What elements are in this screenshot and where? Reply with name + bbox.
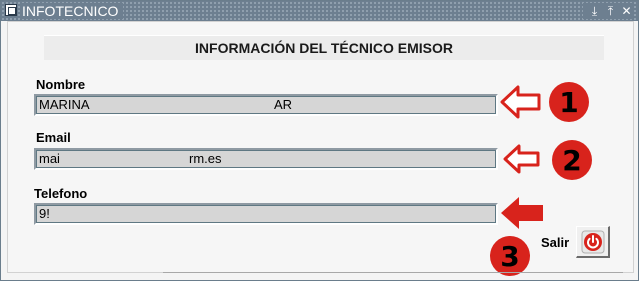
title-bar[interactable]: INFOTECNICO ⤓ ⤒ ✕ [1, 1, 638, 21]
telefono-label: Telefono [34, 186, 88, 201]
exit-button[interactable] [576, 226, 610, 258]
window-title: INFOTECNICO [20, 3, 124, 19]
telefono-field[interactable]: 9! [34, 203, 498, 225]
annotation-badge-1: 1 [549, 82, 589, 122]
close-icon[interactable]: ✕ [621, 3, 632, 19]
email-field[interactable]: mai rm.es [34, 148, 498, 170]
arrow-left-icon [501, 197, 543, 229]
arrow-left-icon [500, 85, 541, 119]
minimize-icon[interactable]: ⤓ [589, 3, 600, 19]
window-controls: ⤓ ⤒ ✕ [583, 3, 634, 19]
nombre-label: Nombre [36, 77, 86, 92]
annotation-badge-2: 2 [552, 140, 592, 180]
maximize-icon[interactable]: ⤒ [605, 3, 616, 19]
arrow-left-icon [503, 144, 540, 174]
email-value-end: rm.es [189, 151, 222, 166]
email-value-start: mai [39, 151, 60, 166]
app-window-icon [5, 4, 17, 16]
email-label: Email [36, 130, 71, 145]
bottom-divider [163, 272, 623, 273]
section-title: INFORMACIÓN DEL TÉCNICO EMISOR [44, 35, 604, 60]
exit-label: Salir [541, 235, 570, 250]
annotation-badge-3: 3 [490, 236, 530, 276]
nombre-value-start: MARINA [39, 97, 90, 112]
power-icon [581, 230, 604, 253]
telefono-value-start: 9! [39, 206, 50, 221]
nombre-field[interactable]: MARINA AR [34, 94, 498, 116]
nombre-value-end: AR [274, 97, 293, 112]
